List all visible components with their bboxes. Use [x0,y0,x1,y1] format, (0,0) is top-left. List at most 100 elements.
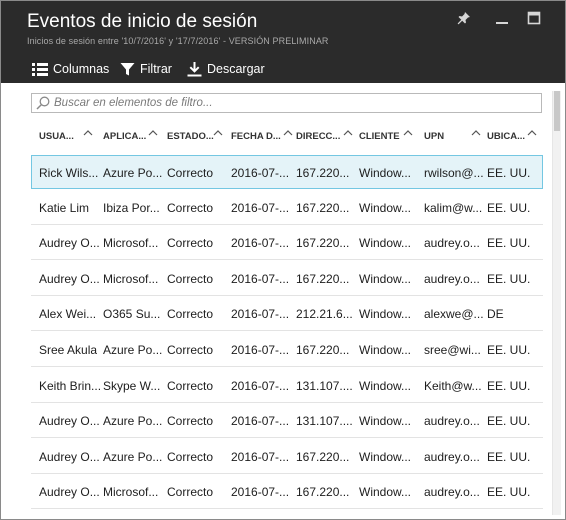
cell-status: Correcto [167,378,214,393]
filter-icon [118,61,136,77]
column-header-upn[interactable]: UPN [424,123,444,149]
scrollbar-thumb[interactable] [554,91,560,131]
cell-user: Audrey O... [39,449,100,464]
table-header: USUA... APLICA... ESTADO... FECHA D... DIREC… [31,123,543,149]
column-header-location[interactable]: UBICA... [487,123,525,149]
cell-upn: Keith@w... [424,378,482,393]
cell-status: Correcto [167,449,214,464]
cell-ip-address: 131.107.... [296,414,353,429]
column-header-label: UBICA... [487,130,525,142]
cell-client: Window... [359,343,412,357]
column-header-date[interactable]: FECHA D... [231,123,281,149]
table-row[interactable]: Keith Brin... Skype W... Correcto 2016-07-.… [31,369,543,403]
sort-arrow-icon[interactable] [343,125,353,143]
cell-application: Azure Po... [103,343,163,357]
sort-arrow-icon[interactable] [471,125,481,143]
cell-ip-address: 167.220... [296,166,350,180]
cell-upn: kalim@w... [424,200,483,215]
cell-upn: audrey.o... [424,414,480,429]
cell-application: Microsof... [103,485,159,500]
table-row[interactable]: Alex Wei... O365 Su... Correcto 2016-07-...… [31,297,543,332]
cell-application: Azure Po... [103,449,163,464]
cell-client: Window... [359,200,412,215]
table-row[interactable]: Audrey O... Azure Po... Correcto 2016-07-..… [31,404,543,439]
download-icon [185,61,203,77]
columns-label: Columnas [53,62,110,76]
cell-location: EE. UU. [487,236,531,251]
cell-application: Microsof... [103,271,159,286]
cell-location: EE. UU. [487,449,531,464]
table-row[interactable]: Katie Lim Ibiza Por... Correcto 2016-07-...… [31,191,543,225]
cell-status: Correcto [167,414,214,429]
cell-ip-address: 131.107.... [296,378,353,393]
cell-user: Audrey O... [39,414,100,429]
cell-user: Rick Wils... [39,166,99,180]
column-header-application[interactable]: APLICA... [103,123,146,149]
cell-application: Ibiza Por... [103,200,160,215]
cell-location: EE. UU. [487,271,531,286]
cell-status: Correcto [167,200,214,215]
column-header-label: APLICA... [103,130,147,142]
blade-header: Eventos de inicio de sesión Inicios de s… [1,1,565,83]
filter-button[interactable]: Filtrar [118,59,172,79]
cell-status: Correcto [167,307,214,322]
cell-ip-address: 167.220... [296,271,350,286]
pin-button[interactable] [453,9,475,31]
cell-status: Correcto [167,236,214,251]
blade-content: USUA... APLICA... ESTADO... FECHA D... DIREC… [1,83,565,519]
cell-upn: alexwe@... [424,307,484,322]
cell-status: Correcto [167,485,214,500]
cell-upn: audrey.o... [424,236,480,251]
vertical-scrollbar[interactable] [552,91,561,515]
cell-upn: sree@wi... [424,343,481,357]
sort-arrow-icon[interactable] [403,125,413,143]
cell-user: Audrey O... [39,485,100,500]
columns-button[interactable]: Columnas [31,59,109,79]
cell-date: 2016-07-... [231,343,290,357]
search-input[interactable] [54,95,534,111]
cell-date: 2016-07-... [231,200,290,215]
sign-in-events-blade: Eventos de inicio de sesión Inicios de s… [0,0,566,520]
cell-user: Keith Brin... [39,378,102,393]
cell-location: EE. UU. [487,343,531,357]
column-header-label: FECHA D... [231,130,281,142]
cell-status: Correcto [167,166,214,180]
maximize-icon [527,11,541,30]
table-row[interactable]: Sree Akula Azure Po... Correcto 2016-07-...… [31,333,543,367]
cell-upn: audrey.o... [424,485,480,500]
cell-user: Alex Wei... [39,307,97,322]
sort-arrow-icon[interactable] [213,125,223,143]
column-header-status[interactable]: ESTADO... [167,123,214,149]
cell-date: 2016-07-... [231,307,290,322]
cell-ip-address: 167.220... [296,449,350,464]
column-header-ip-address[interactable]: DIRECC... [296,123,340,149]
table-row[interactable]: Audrey O... Microsof... Correcto 2016-07-..… [31,475,543,510]
table-row[interactable]: Rick Wils... Azure Po... Correcto 2016-07-.… [31,155,543,189]
cell-client: Window... [359,378,412,393]
cell-location: EE. UU. [487,166,531,180]
sort-arrow-icon[interactable] [527,125,537,143]
cell-location: EE. UU. [487,200,531,215]
cell-client: Window... [359,449,412,464]
columns-icon [31,61,49,77]
sort-arrow-icon[interactable] [83,125,93,143]
sort-arrow-icon[interactable] [148,125,158,143]
cell-upn: audrey.o... [424,271,480,286]
column-header-user[interactable]: USUA... [39,123,74,149]
cell-application: Microsof... [103,236,159,251]
column-header-client[interactable]: CLIENTE [359,123,400,149]
cell-date: 2016-07-... [231,449,290,464]
minimize-button[interactable] [491,9,513,31]
search-icon [36,96,50,110]
cell-ip-address: 167.220... [296,485,350,500]
cell-date: 2016-07-... [231,414,290,429]
table-row[interactable]: Audrey O... Microsof... Correcto 2016-07-..… [31,262,543,296]
cell-application: O365 Su... [103,307,161,322]
table-row[interactable]: Audrey O... Azure Po... Correcto 2016-07-..… [31,440,543,474]
blade-subtitle: Inicios de sesión entre '10/7/2016' y '1… [27,36,329,46]
maximize-button[interactable] [523,9,545,31]
table-row[interactable]: Audrey O... Microsof... Correcto 2016-07-..… [31,226,543,261]
download-button[interactable]: Descargar [185,59,265,79]
sort-arrow-icon[interactable] [283,125,293,143]
cell-ip-address: 167.220... [296,236,350,251]
